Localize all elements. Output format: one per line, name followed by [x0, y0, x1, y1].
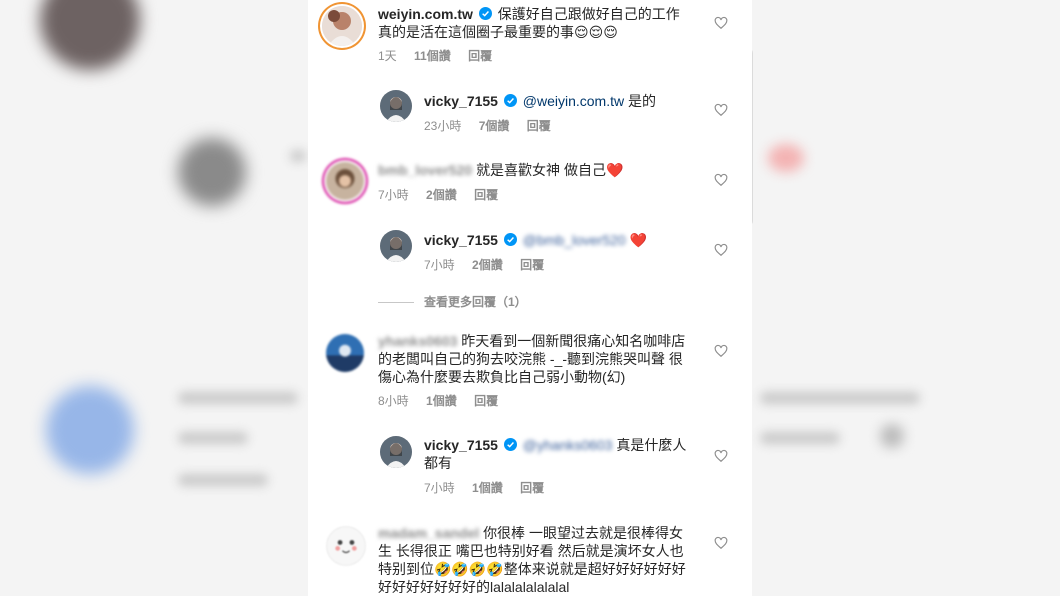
bg-line	[178, 432, 248, 444]
username[interactable]: vicky_7155	[424, 437, 498, 453]
comment-text: 你很棒 一眼望过去就是很棒得女	[483, 525, 683, 541]
avatar[interactable]	[380, 436, 412, 468]
bg-line	[760, 392, 920, 404]
bg-line	[178, 392, 298, 404]
avatar[interactable]	[322, 6, 362, 46]
reply-button[interactable]: 回覆	[468, 49, 492, 63]
comment-meta: 7小時 1個讚 回覆	[424, 479, 558, 496]
timestamp: 1天	[378, 49, 397, 63]
bg-avatar	[178, 138, 246, 206]
reply-button[interactable]: 回覆	[520, 481, 544, 495]
like-count[interactable]: 2個讚	[426, 188, 457, 202]
mention-link[interactable]: @yhanks0603	[523, 436, 613, 454]
comment-meta: 7小時 2個讚 回覆	[424, 256, 558, 273]
username[interactable]: bmb_lover520	[378, 161, 472, 179]
comment-thread-panel: weiyin.com.tw 保護好自己跟做好自己的工作 真的是活在這個圈子最重要…	[308, 0, 752, 596]
comment-meta: 8小時 1個讚 回覆	[378, 392, 512, 409]
bg-avatar	[40, 0, 140, 70]
like-count[interactable]: 11個讚	[414, 49, 451, 63]
avatar[interactable]	[326, 162, 364, 200]
username[interactable]: vicky_7155	[424, 93, 498, 109]
like-count[interactable]: 1個讚	[472, 481, 503, 495]
like-count[interactable]: 2個讚	[472, 258, 503, 272]
timestamp: 7小時	[424, 258, 455, 272]
heart-outline-icon[interactable]	[714, 344, 728, 358]
comment-text: 的老闆叫自己的狗去咬浣熊 -_-聽到浣熊哭叫聲 很	[378, 351, 683, 367]
username[interactable]: yhanks0603	[378, 332, 457, 350]
bg-heart	[768, 144, 804, 172]
bg-avatar	[46, 386, 134, 474]
reply-button[interactable]: 回覆	[527, 119, 551, 133]
comment-body: yhanks0603 昨天看到一個新聞很痛心知名咖啡店 的老闆叫自己的狗去咬浣熊…	[378, 332, 718, 386]
comment-body: vicky_7155 @yhanks0603 真是什麼人 都有	[424, 436, 714, 472]
comment-text: 傷心為什麼要去欺負比自己弱小動物(幻)	[378, 369, 626, 385]
comment-body: madam_sandel 你很棒 一眼望过去就是很棒得女 生 长得很正 嘴巴也特…	[378, 524, 728, 596]
comment-text: ❤️	[629, 232, 648, 248]
timestamp: 23小時	[424, 119, 462, 133]
avatar[interactable]	[326, 334, 364, 372]
username[interactable]: madam_sandel	[378, 524, 479, 542]
bg-line	[178, 474, 268, 486]
heart-outline-icon[interactable]	[714, 449, 728, 463]
comment-meta: 1天 11個讚 回覆	[378, 47, 506, 64]
avatar[interactable]	[380, 230, 412, 262]
comment-text: 真是什麼人	[616, 437, 687, 453]
username[interactable]: vicky_7155	[424, 232, 498, 248]
view-more-replies-button[interactable]: 查看更多回覆（1）	[378, 293, 527, 310]
verified-badge-icon	[503, 233, 517, 246]
comment-body: vicky_7155 @bmb_lover520 ❤️	[424, 231, 714, 249]
verified-badge-icon	[503, 94, 517, 107]
reply-button[interactable]: 回覆	[474, 394, 498, 408]
verified-badge-icon	[478, 7, 492, 20]
comment-text: 生 长得很正 嘴巴也特别好看 然后就是演坏女人也	[378, 543, 684, 559]
heart-outline-icon[interactable]	[714, 536, 728, 550]
username[interactable]: weiyin.com.tw	[378, 6, 473, 22]
reply-button[interactable]: 回覆	[520, 258, 544, 272]
comment-body: vicky_7155 @weiyin.com.tw 是的	[424, 92, 714, 110]
comment-text: 好好好好好好好的lalalalalalalal	[378, 579, 570, 595]
comment-body: weiyin.com.tw 保護好自己跟做好自己的工作 真的是活在這個圈子最重要…	[378, 5, 698, 41]
avatar[interactable]	[326, 526, 366, 566]
heart-outline-icon[interactable]	[714, 173, 728, 187]
comment-body: bmb_lover520 就是喜歡女神 做自己❤️	[378, 161, 708, 179]
bg-heart	[880, 424, 904, 448]
mention-link[interactable]: @bmb_lover520	[523, 231, 626, 249]
comment-text: 真的是活在這個圈子最重要的事😌😌😌	[378, 24, 618, 40]
like-count[interactable]: 1個讚	[426, 394, 457, 408]
comment-text: 就是喜歡女神 做自己❤️	[476, 162, 624, 178]
reply-button[interactable]: 回覆	[474, 188, 498, 202]
comment-text: 都有	[424, 455, 452, 471]
comment-meta: 23小時 7個讚 回覆	[424, 117, 565, 134]
bg-line	[290, 150, 306, 162]
heart-outline-icon[interactable]	[714, 243, 728, 257]
bg-line	[760, 432, 840, 444]
avatar[interactable]	[380, 90, 412, 122]
timestamp: 7小時	[378, 188, 409, 202]
view-more-label: 查看更多回覆（1）	[424, 295, 527, 309]
like-count[interactable]: 7個讚	[479, 119, 510, 133]
verified-badge-icon	[503, 438, 517, 451]
comment-meta: 7小時 2個讚 回覆	[378, 186, 512, 203]
comment-text: 昨天看到一個新聞很痛心知名咖啡店	[461, 333, 686, 349]
divider	[378, 302, 414, 304]
mention-link[interactable]: @weiyin.com.tw	[523, 93, 624, 109]
heart-outline-icon[interactable]	[714, 16, 728, 30]
timestamp: 8小時	[378, 394, 409, 408]
timestamp: 7小時	[424, 481, 455, 495]
comment-text: 特别到位🤣🤣🤣🤣整体来说就是超好好好好好好	[378, 561, 686, 577]
heart-outline-icon[interactable]	[714, 103, 728, 117]
comment-text: 是的	[627, 93, 656, 109]
comment-text: 保護好自己跟做好自己的工作	[497, 6, 680, 22]
